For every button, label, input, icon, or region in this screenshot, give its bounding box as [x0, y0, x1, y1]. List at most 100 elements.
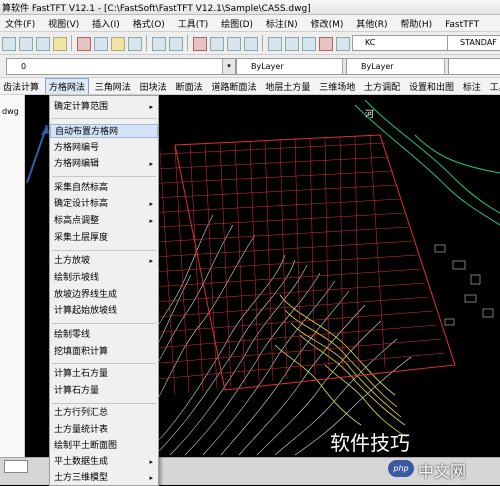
zoom-window-icon[interactable] — [227, 37, 241, 51]
menu-item-calc-earthwork[interactable]: 计算土石方量 — [50, 367, 158, 381]
tool-palette-icon[interactable] — [302, 37, 316, 51]
menu-item-row-column-summary[interactable]: 土方行列汇总 — [50, 406, 158, 420]
river-label: 河 — [365, 108, 374, 120]
menu-item-collect-natural-elevation[interactable]: 采集自然标高 — [50, 181, 158, 195]
function-item-active[interactable]: 方格网法 — [44, 78, 89, 94]
menu-item-collect-soil-thickness[interactable]: 采集土层厚度 — [50, 231, 158, 245]
menu-view[interactable]: 视图(V) — [43, 15, 84, 31]
redo-icon[interactable] — [169, 37, 183, 51]
copy-icon[interactable] — [94, 37, 108, 51]
menu-item-leveling-data[interactable]: 平土数据生成 ▸ — [50, 455, 158, 469]
function-item[interactable]: 三维场地 — [316, 78, 358, 94]
menu-bar: 文件(F) 视图(V) 插入(I) 格式(O) 工具(T) 绘图(D) 标注(N… — [0, 15, 500, 32]
function-item[interactable]: 土方调配 — [361, 78, 403, 94]
layer-combo[interactable]: 0 ▾ — [6, 58, 236, 75]
menu-item-earth-slope[interactable]: 土方放坡 ▸ — [50, 254, 158, 268]
menu-help[interactable]: 帮助(H) — [395, 15, 437, 31]
function-item[interactable]: 标注 — [460, 78, 484, 94]
menu-item-label: 绘制示坡线 — [54, 273, 100, 283]
menu-item-3d-model[interactable]: 土方三维模型 ▸ — [50, 471, 158, 485]
submenu-arrow-icon: ▸ — [149, 160, 153, 168]
menu-tools[interactable]: 工具(T) — [173, 15, 214, 31]
open-file-icon[interactable] — [19, 37, 33, 51]
match-properties-icon[interactable] — [128, 37, 142, 51]
save-icon[interactable] — [36, 37, 50, 51]
menu-item-determine-range[interactable]: 确定计算范围 ▸ — [50, 100, 158, 114]
toolbar-divider — [187, 35, 188, 51]
function-item[interactable]: 设置和出图 — [406, 78, 457, 94]
menu-item-leveling-section[interactable]: 绘制平土断面图 — [50, 439, 158, 453]
toolbar-divider — [262, 35, 263, 51]
title-bar: 算软件 FastTFT V12.1 - [C:\FastSoft\FastTFT… — [0, 0, 500, 15]
lineweight-combo[interactable] — [448, 58, 500, 75]
function-toolbar: 齿法计算 方格网法 三角网法 田块法 断面法 道路断面法 地层土方量 三维场地 … — [0, 78, 500, 95]
function-item[interactable]: 道路断面法 — [208, 78, 259, 94]
menu-item-grid-numbering[interactable]: 方格网编号 — [50, 141, 158, 155]
zoom-previous-icon[interactable] — [244, 37, 258, 51]
menu-item-label: 计算石方量 — [54, 386, 100, 396]
dim-style-combo[interactable]: STANDAF — [447, 35, 500, 51]
menu-item-cut-fill-area[interactable]: 挖填面积计算 — [50, 345, 158, 359]
chevron-down-icon[interactable]: ▾ — [222, 59, 235, 74]
color-value: ByLayer — [251, 62, 284, 71]
menu-draw[interactable]: 绘图(D) — [216, 15, 258, 31]
menu-dimension[interactable]: 标注(N) — [261, 15, 303, 31]
menu-fasttft[interactable]: FastTFT — [440, 18, 484, 31]
file-tab-panel: dwg — [0, 95, 25, 457]
menu-item-grid-edit[interactable]: 方格网编辑 ▸ — [50, 157, 158, 171]
dim-style-value: STANDAF — [460, 38, 497, 47]
cut-icon[interactable] — [77, 37, 91, 51]
menu-item-label: 放坡边界线生成 — [54, 290, 118, 300]
menu-item-earthwork-table[interactable]: 土方量统计表 — [50, 423, 158, 437]
layer-value: 0 — [21, 62, 27, 71]
menu-format[interactable]: 格式(O) — [128, 15, 170, 31]
color-combo[interactable]: ByLayer ▾ — [236, 58, 356, 75]
design-center-icon[interactable] — [285, 37, 299, 51]
paste-icon[interactable] — [111, 37, 125, 51]
markup-icon[interactable] — [319, 37, 333, 51]
menu-item-label: 采集土层厚度 — [54, 233, 109, 243]
function-item[interactable]: 地层土方量 — [262, 78, 313, 94]
menu-item-auto-grid[interactable]: 自动布置方格网 — [50, 124, 158, 138]
menu-item-design-elevation[interactable]: 确定设计标高 ▸ — [50, 197, 158, 211]
menu-item-label: 确定设计标高 — [54, 199, 109, 209]
menu-item-calc-start-slope-line[interactable]: 计算起始放坡线 — [50, 304, 158, 318]
undo-icon[interactable] — [152, 37, 166, 51]
menu-item-label: 土方放坡 — [54, 256, 91, 266]
zoom-realtime-icon[interactable] — [210, 37, 224, 51]
contour-lines-yellow — [274, 294, 408, 438]
menu-item-label: 方格网编辑 — [54, 159, 100, 169]
model-tab[interactable] — [4, 460, 28, 473]
menu-file[interactable]: 文件(F) — [0, 15, 40, 31]
grid-method-dropdown: 确定计算范围 ▸ 自动布置方格网 方格网编号 方格网编辑 ▸ 采集自然标高 确定… — [49, 95, 159, 486]
menu-item-label: 标高点调整 — [54, 216, 100, 226]
print-icon[interactable] — [53, 37, 67, 51]
text-style-combo[interactable]: KC — [352, 35, 454, 51]
pan-icon[interactable] — [193, 37, 207, 51]
menu-item-draw-zero-line[interactable]: 绘制零线 — [50, 328, 158, 342]
menu-other[interactable]: 其他(R) — [351, 15, 392, 31]
new-file-icon[interactable] — [2, 37, 16, 51]
function-item[interactable]: 田块法 — [137, 78, 170, 94]
menu-item-label: 采集自然标高 — [54, 183, 109, 193]
watermark-logo-text: 中文网 — [418, 462, 467, 481]
function-item[interactable]: 断面法 — [173, 78, 206, 94]
watermark-text: 软件技巧 — [330, 431, 410, 455]
menu-item-adjust-elevation-points[interactable]: 标高点调整 ▸ — [50, 214, 158, 228]
text-style-value: KC — [365, 38, 376, 47]
file-tab-label[interactable]: dwg — [2, 107, 19, 116]
linetype-combo[interactable]: ByLayer ▾ — [346, 58, 458, 75]
properties-icon[interactable] — [268, 37, 282, 51]
menu-insert[interactable]: 插入(I) — [87, 15, 125, 31]
function-item[interactable]: 齿法计算 — [0, 78, 42, 94]
calculator-icon[interactable] — [336, 37, 350, 51]
function-item[interactable]: 工具 — [487, 78, 500, 94]
menu-item-calc-stonework[interactable]: 计算石方量 — [50, 384, 158, 398]
menu-item-draw-slope-lines[interactable]: 绘制示坡线 — [50, 271, 158, 285]
menu-modify[interactable]: 修改(M) — [306, 15, 349, 31]
function-item[interactable]: 三角网法 — [92, 78, 134, 94]
submenu-arrow-icon: ▸ — [149, 217, 153, 225]
menu-item-label: 绘制零线 — [54, 330, 91, 340]
menu-separator — [52, 403, 156, 404]
menu-item-generate-slope-boundary[interactable]: 放坡边界线生成 — [50, 288, 158, 302]
